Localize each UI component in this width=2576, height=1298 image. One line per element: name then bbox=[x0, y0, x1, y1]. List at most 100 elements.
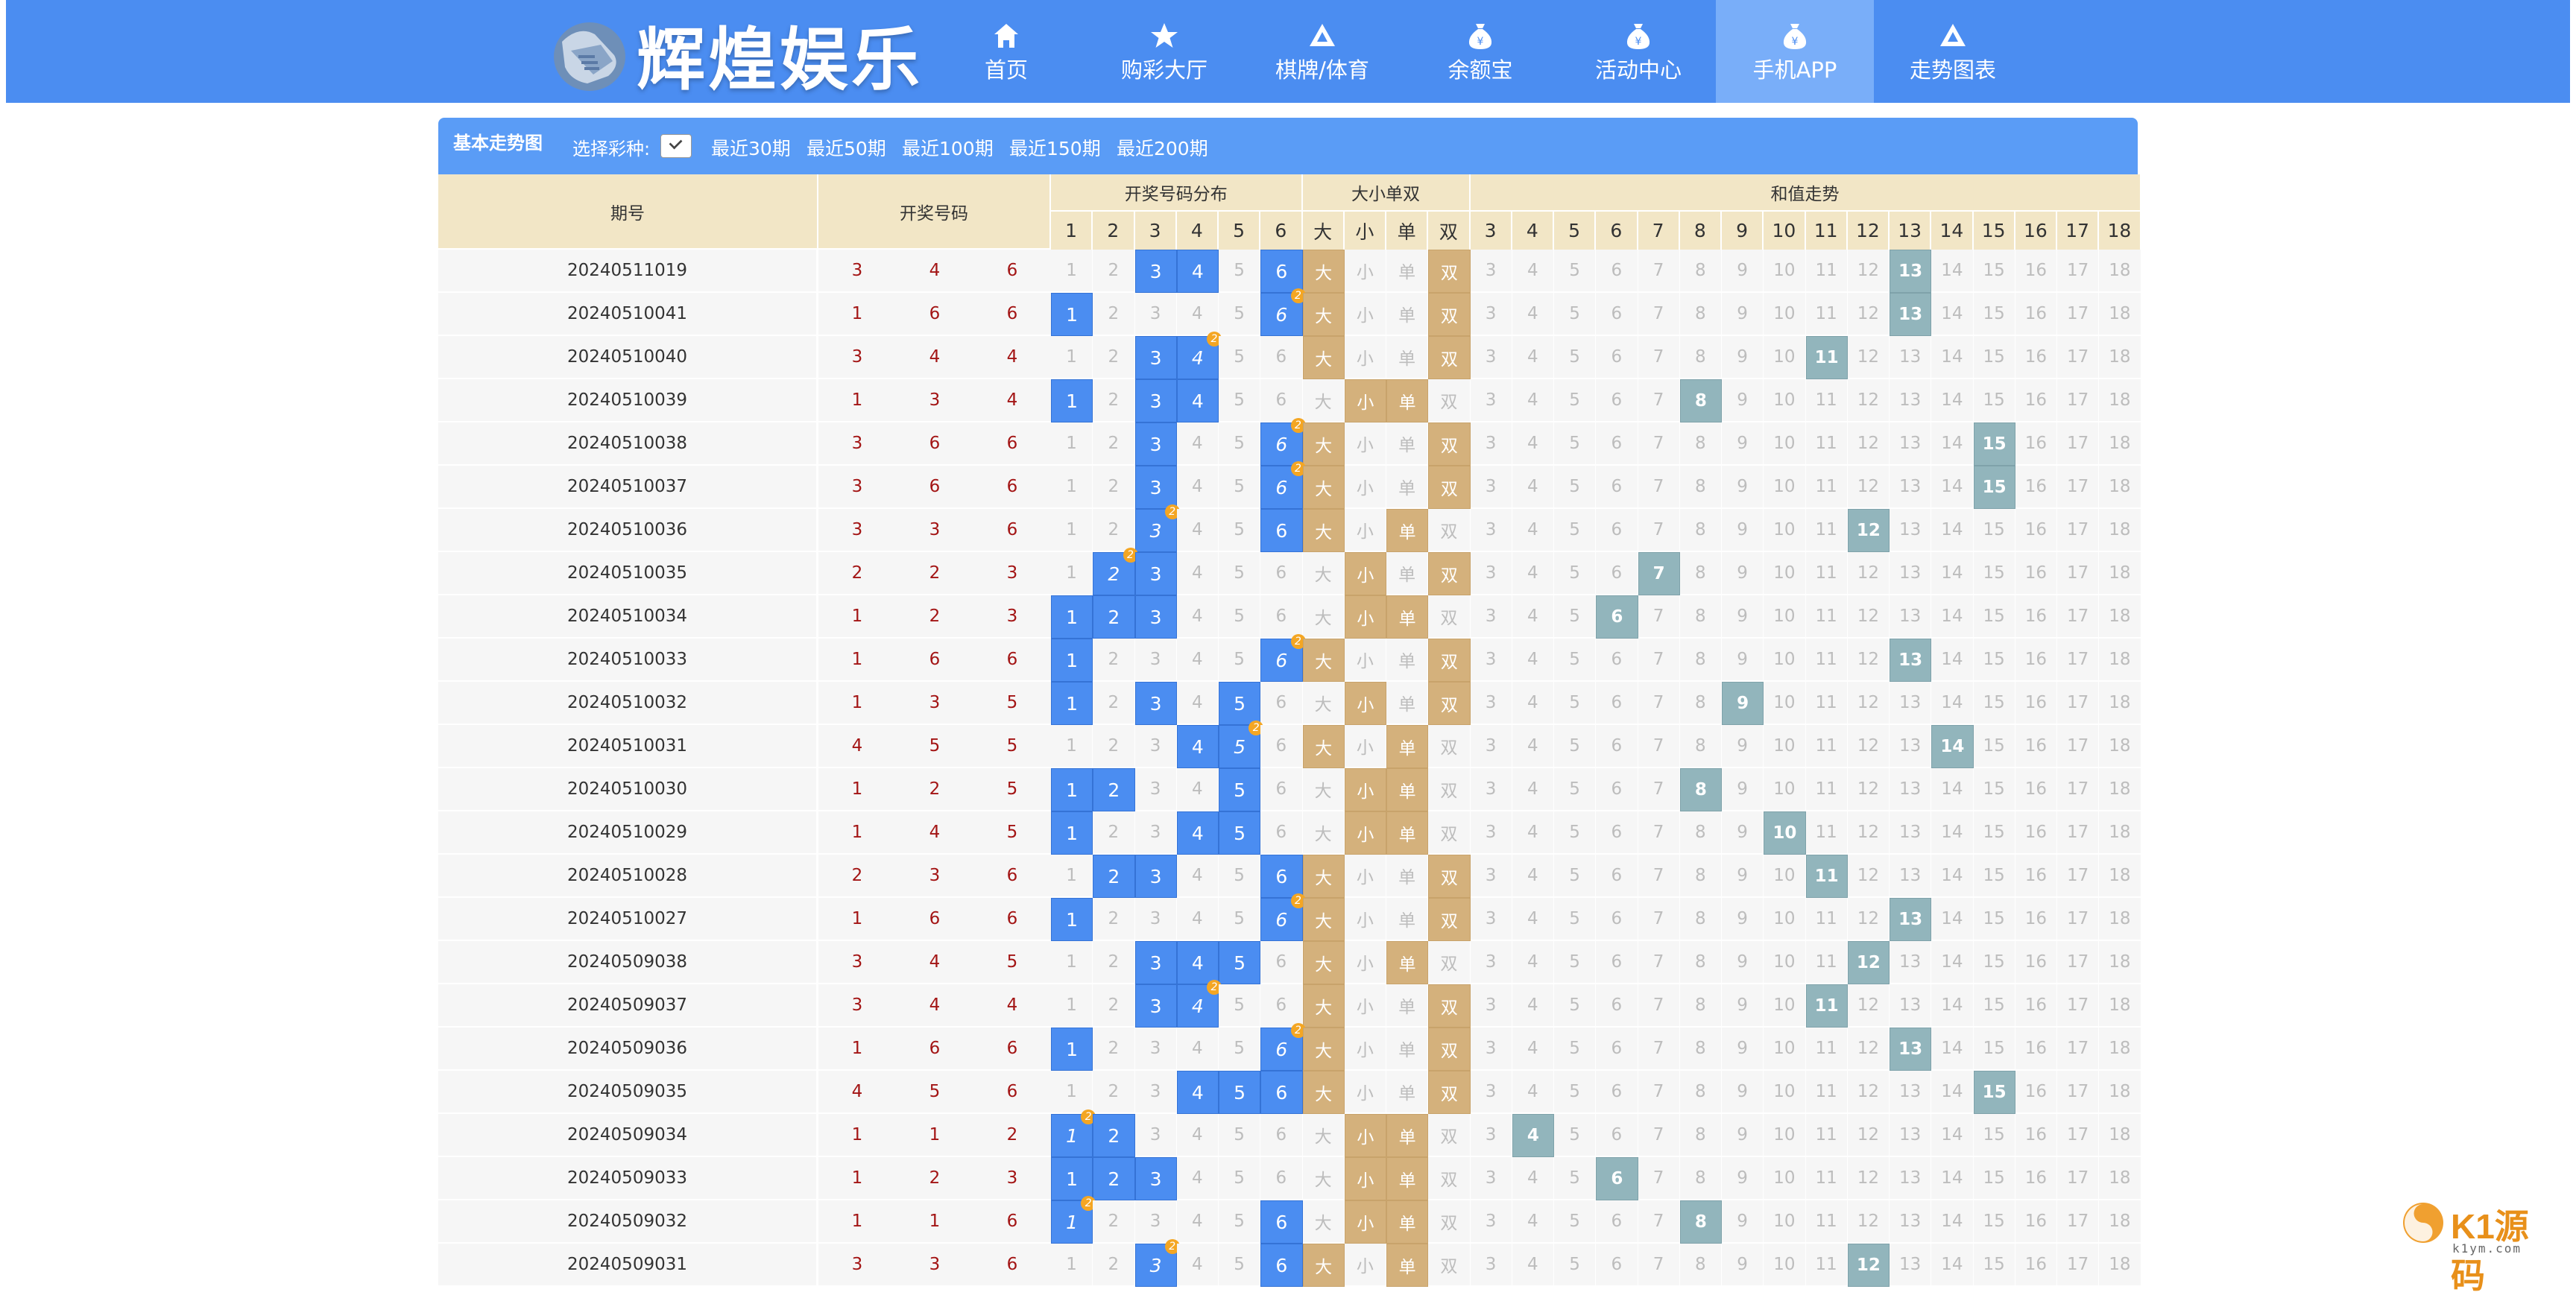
nav-item-3[interactable]: ¥ 余额宝 bbox=[1401, 0, 1559, 103]
sum-empty: 12 bbox=[1847, 250, 1890, 293]
row-period: 20240509036 bbox=[438, 1028, 818, 1071]
sum-empty: 3 bbox=[1470, 898, 1512, 941]
dist-empty: 4 bbox=[1176, 595, 1219, 639]
header-sum-col: 5 bbox=[1554, 212, 1597, 250]
dist-empty: 1 bbox=[1051, 1071, 1093, 1114]
sum-marker: 11 bbox=[1805, 855, 1848, 898]
sum-empty: 16 bbox=[2015, 984, 2057, 1028]
dist-ball-1: 12 bbox=[1051, 1196, 1096, 1244]
size-parity-marker: 单 bbox=[1386, 811, 1429, 855]
sum-marker: 12 bbox=[1847, 509, 1890, 552]
sum-empty: 14 bbox=[1931, 898, 1974, 941]
header-sum-col: 6 bbox=[1596, 212, 1638, 250]
period-link-1[interactable]: 最近50期 bbox=[806, 134, 886, 161]
size-parity-marker: 小 bbox=[1344, 682, 1386, 725]
sum-empty: 7 bbox=[1638, 293, 1680, 336]
dist-empty: 2 bbox=[1093, 293, 1135, 336]
sum-empty: 4 bbox=[1512, 379, 1554, 422]
panel-title: 基本走势图 bbox=[453, 133, 543, 153]
dist-empty: 3 bbox=[1134, 1200, 1177, 1244]
period-link-0[interactable]: 最近30期 bbox=[711, 134, 791, 161]
row-draw-number: 6 bbox=[973, 293, 1051, 336]
sum-empty: 17 bbox=[2057, 336, 2100, 379]
header-dist-col: 3 bbox=[1134, 212, 1177, 250]
row-draw-number: 3 bbox=[818, 250, 896, 293]
sum-empty: 10 bbox=[1764, 552, 1806, 595]
row-draw-number: 2 bbox=[896, 552, 973, 595]
sum-empty: 7 bbox=[1638, 1157, 1680, 1200]
nav-item-6[interactable]: 走势图表 bbox=[1874, 0, 2032, 103]
period-link-4[interactable]: 最近200期 bbox=[1117, 134, 1208, 161]
row-draw-number: 4 bbox=[896, 941, 973, 984]
size-parity-marker: 单 bbox=[1386, 1114, 1429, 1157]
sum-empty: 10 bbox=[1764, 466, 1806, 509]
sum-empty: 15 bbox=[1973, 336, 2015, 379]
row-draw-number: 1 bbox=[818, 768, 896, 811]
dist-ball-5: 5 bbox=[1219, 682, 1261, 725]
sum-empty: 6 bbox=[1596, 725, 1638, 768]
period-link-2[interactable]: 最近100期 bbox=[902, 134, 994, 161]
sum-empty: 5 bbox=[1554, 509, 1597, 552]
sum-empty: 6 bbox=[1596, 250, 1638, 293]
nav-item-4[interactable]: ¥ 活动中心 bbox=[1559, 0, 1717, 103]
sum-empty: 18 bbox=[2099, 1157, 2141, 1200]
sum-empty: 4 bbox=[1512, 422, 1554, 466]
sum-empty: 14 bbox=[1931, 509, 1974, 552]
size-parity-empty: 大 bbox=[1302, 1114, 1345, 1157]
sum-empty: 3 bbox=[1470, 379, 1512, 422]
sum-empty: 16 bbox=[2015, 811, 2057, 855]
sum-empty: 4 bbox=[1512, 682, 1554, 725]
size-parity-marker: 大 bbox=[1302, 984, 1345, 1028]
sum-empty: 13 bbox=[1890, 1244, 1932, 1287]
sum-empty: 11 bbox=[1805, 250, 1848, 293]
dist-ball-3: 3 bbox=[1134, 1157, 1177, 1200]
size-parity-empty: 大 bbox=[1302, 379, 1345, 422]
sum-marker: 6 bbox=[1596, 1157, 1638, 1200]
dist-ball-5: 5 bbox=[1219, 768, 1261, 811]
row-draw-number: 6 bbox=[973, 855, 1051, 898]
sum-empty: 18 bbox=[2099, 768, 2141, 811]
sum-empty: 14 bbox=[1931, 552, 1974, 595]
sum-empty: 12 bbox=[1847, 466, 1890, 509]
sum-empty: 7 bbox=[1638, 1200, 1680, 1244]
dist-ball-6: 62 bbox=[1260, 634, 1306, 682]
sum-empty: 15 bbox=[1973, 855, 2015, 898]
lottery-select-dropdown[interactable] bbox=[660, 134, 692, 158]
sum-empty: 16 bbox=[2015, 768, 2057, 811]
row-draw-number: 3 bbox=[818, 336, 896, 379]
dist-empty: 2 bbox=[1093, 1028, 1135, 1071]
dist-empty: 5 bbox=[1219, 1028, 1261, 1071]
size-parity-empty: 大 bbox=[1302, 811, 1345, 855]
row-period: 20240510030 bbox=[438, 768, 818, 811]
sum-empty: 5 bbox=[1554, 1244, 1597, 1287]
sum-empty: 18 bbox=[2099, 639, 2141, 682]
sum-empty: 17 bbox=[2057, 250, 2100, 293]
brand-logo[interactable]: 辉煌娱乐 bbox=[549, 12, 923, 100]
row-draw-number: 3 bbox=[973, 1157, 1051, 1200]
sum-empty: 10 bbox=[1764, 984, 1806, 1028]
sum-empty: 13 bbox=[1890, 941, 1932, 984]
period-link-3[interactable]: 最近150期 bbox=[1009, 134, 1101, 161]
dist-empty: 4 bbox=[1176, 1028, 1219, 1071]
header-sp-col: 小 bbox=[1344, 212, 1386, 250]
sum-empty: 18 bbox=[2099, 725, 2141, 768]
sum-empty: 13 bbox=[1890, 855, 1932, 898]
sum-empty: 8 bbox=[1679, 336, 1722, 379]
nav-item-5[interactable]: ¥ 手机APP bbox=[1716, 0, 1874, 103]
row-draw-number: 1 bbox=[818, 1200, 896, 1244]
dist-empty: 3 bbox=[1134, 1114, 1177, 1157]
sum-marker: 13 bbox=[1890, 293, 1932, 336]
sum-empty: 17 bbox=[2057, 1244, 2100, 1287]
sum-empty: 17 bbox=[2057, 466, 2100, 509]
sum-empty: 10 bbox=[1764, 595, 1806, 639]
dist-ball-1: 1 bbox=[1051, 898, 1093, 941]
nav-item-1[interactable]: 购彩大厅 bbox=[1085, 0, 1243, 103]
nav-item-2[interactable]: 棋牌/体育 bbox=[1243, 0, 1401, 103]
dist-empty: 5 bbox=[1219, 1244, 1261, 1287]
row-draw-number: 1 bbox=[818, 379, 896, 422]
nav-item-0[interactable]: 首页 bbox=[927, 0, 1085, 103]
sum-empty: 5 bbox=[1554, 984, 1597, 1028]
lottery-select-label: 选择彩种: bbox=[572, 139, 651, 159]
sum-empty: 18 bbox=[2099, 379, 2141, 422]
sum-empty: 7 bbox=[1638, 466, 1680, 509]
